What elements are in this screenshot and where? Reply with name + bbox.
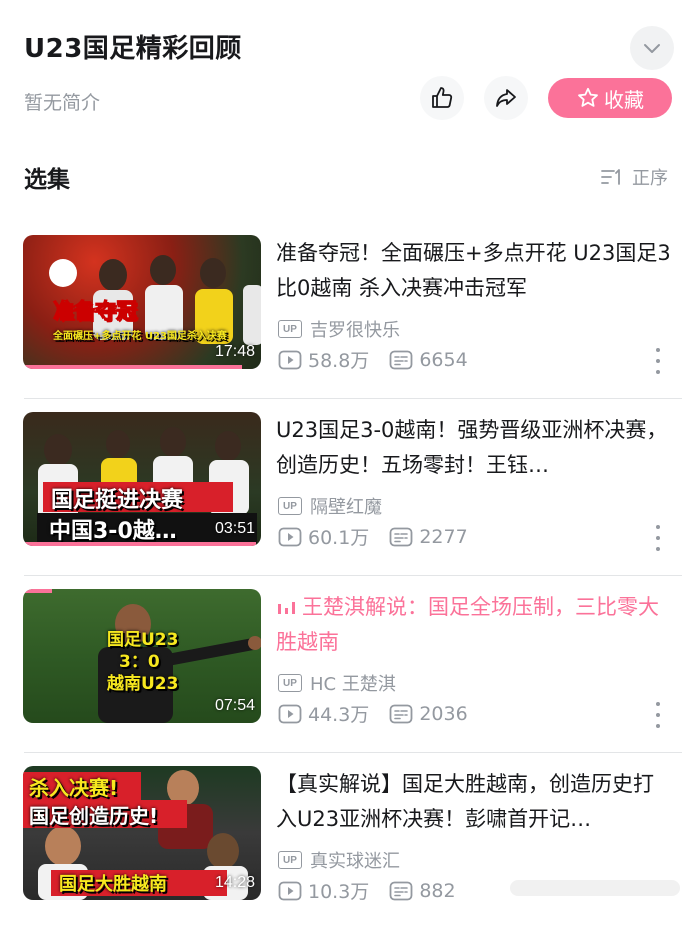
- collection-title: U23国足精彩回顾: [24, 34, 242, 64]
- playing-bars-icon: [278, 602, 295, 614]
- episode-item[interactable]: 杀入决赛! 国足创造历史! 国足大胜越南 14:28 【真实解说】国足大胜越南，…: [0, 753, 682, 930]
- view-count: 10.3万: [278, 877, 369, 904]
- play-count-icon: [278, 704, 302, 723]
- episode-item-active[interactable]: 国足U23 3：0 越南U23 07:54 王楚淇解说：国足全场压制，三比零大胜…: [0, 576, 682, 753]
- collection-header: U23国足精彩回顾 暂无简介 收藏: [0, 0, 682, 140]
- star-icon: [578, 87, 598, 107]
- favorite-button[interactable]: 收藏: [548, 78, 672, 118]
- uploader-row[interactable]: UP 隔壁红魔: [278, 493, 382, 519]
- stats-row: 58.8万 6654: [278, 346, 488, 373]
- view-count: 58.8万: [278, 346, 369, 373]
- stats-row: 10.3万 882: [278, 877, 476, 904]
- more-vertical-icon[interactable]: [650, 702, 666, 728]
- watch-progress-bar: [23, 589, 52, 593]
- episode-thumbnail[interactable]: 准备夺冠 全面碾压+多点开花 U23国足杀入决赛 17:48: [23, 235, 261, 369]
- uploader-name: 真实球迷汇: [310, 851, 400, 872]
- view-count: 44.3万: [278, 700, 369, 727]
- uploader-row[interactable]: UP 真实球迷汇: [278, 847, 400, 873]
- watermark: [510, 880, 680, 896]
- episode-title[interactable]: 【真实解说】国足大胜越南，创造历史打入U23亚洲杯决赛！彭啸首开记…: [276, 767, 674, 837]
- up-badge-icon: UP: [278, 497, 302, 515]
- thumbnail-caption-main: 准备夺冠: [53, 299, 138, 324]
- stats-row: 60.1万 2277: [278, 523, 488, 550]
- episode-title[interactable]: U23国足3-0越南！强势晋级亚洲杯决赛，创造历史！五场零封！王钰…: [276, 413, 674, 483]
- share-button[interactable]: [484, 76, 528, 120]
- more-vertical-icon[interactable]: [650, 525, 666, 551]
- episodes-section-title: 选集: [24, 167, 70, 193]
- uploader-name: 吉罗很快乐: [310, 320, 400, 341]
- sort-label: 正序: [632, 168, 668, 189]
- up-badge-icon: UP: [278, 320, 302, 338]
- duration-badge: 17:48: [214, 343, 255, 360]
- thumbnail-caption-mid: 国足创造历史!: [29, 804, 159, 828]
- share-icon: [496, 89, 516, 107]
- episode-item[interactable]: 准备夺冠 全面碾压+多点开花 U23国足杀入决赛 17:48 准备夺冠！全面碾压…: [0, 222, 682, 399]
- duration-badge: 14:28: [214, 874, 255, 891]
- thumbnail-caption-main: 国足挺进决赛: [51, 488, 184, 513]
- thumbnail-caption-sub: 中国3-0越…: [49, 519, 177, 544]
- stats-row: 44.3万 2036: [278, 700, 488, 727]
- thumbnail-caption-sub: 国足大胜越南: [59, 874, 167, 895]
- sort-icon: [601, 169, 620, 185]
- uploader-name: HC 王楚淇: [310, 674, 396, 695]
- episode-item[interactable]: 国足挺进决赛 中国3-0越… 03:51 U23国足3-0越南！强势晋级亚洲杯决…: [0, 399, 682, 576]
- danmaku-count: 2036: [389, 703, 468, 725]
- sort-button[interactable]: 正序: [600, 164, 668, 190]
- uploader-row[interactable]: UP HC 王楚淇: [278, 670, 396, 696]
- watch-progress-bar: [23, 542, 257, 546]
- collection-intro: 暂无简介: [24, 92, 101, 114]
- thumb-up-icon: [432, 87, 453, 108]
- favorite-label: 收藏: [604, 87, 644, 112]
- danmaku-icon: [389, 350, 413, 369]
- play-count-icon: [278, 527, 302, 546]
- episode-thumbnail[interactable]: 国足U23 3：0 越南U23 07:54: [23, 589, 261, 723]
- duration-badge: 03:51: [214, 520, 255, 537]
- danmaku-count: 2277: [389, 526, 468, 548]
- episode-title[interactable]: 准备夺冠！全面碾压+多点开花 U23国足3比0越南 杀入决赛冲击冠军: [276, 236, 674, 306]
- episode-thumbnail[interactable]: 杀入决赛! 国足创造历史! 国足大胜越南 14:28: [23, 766, 261, 900]
- danmaku-icon: [389, 704, 413, 723]
- up-badge-icon: UP: [278, 851, 302, 869]
- collapse-button[interactable]: [630, 26, 674, 70]
- danmaku-icon: [389, 881, 413, 900]
- danmaku-count: 6654: [389, 349, 468, 371]
- play-count-icon: [278, 881, 302, 900]
- like-button[interactable]: [420, 76, 464, 120]
- danmaku-icon: [389, 527, 413, 546]
- uploader-row[interactable]: UP 吉罗很快乐: [278, 316, 400, 342]
- thumbnail-caption-sub: 越南U23: [107, 674, 179, 694]
- chevron-down-icon: [644, 44, 660, 53]
- up-badge-icon: UP: [278, 674, 302, 692]
- episode-title-active[interactable]: 王楚淇解说：国足全场压制，三比零大胜越南: [276, 590, 674, 660]
- uploader-name: 隔壁红魔: [310, 497, 382, 518]
- danmaku-count: 882: [389, 880, 456, 902]
- thumbnail-caption-sub: 全面碾压+多点开花 U23国足杀入决赛: [53, 331, 227, 342]
- thumbnail-caption-main: 杀入决赛!: [29, 776, 119, 800]
- watch-progress-bar: [23, 365, 242, 369]
- play-count-icon: [278, 350, 302, 369]
- episode-list: 准备夺冠 全面碾压+多点开花 U23国足杀入决赛 17:48 准备夺冠！全面碾压…: [0, 222, 682, 930]
- episode-thumbnail[interactable]: 国足挺进决赛 中国3-0越… 03:51: [23, 412, 261, 546]
- duration-badge: 07:54: [214, 697, 255, 714]
- more-vertical-icon[interactable]: [650, 348, 666, 374]
- view-count: 60.1万: [278, 523, 369, 550]
